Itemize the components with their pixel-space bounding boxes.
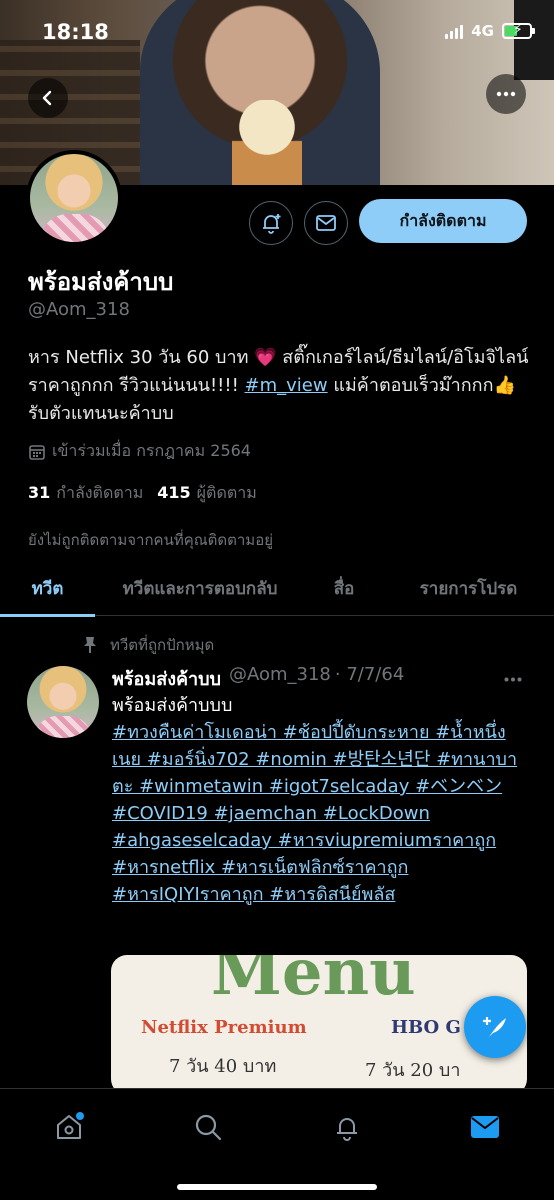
bio-hashtag-link[interactable]: #m_view <box>245 375 328 396</box>
nav-search[interactable] <box>188 1107 228 1147</box>
status-bar: 18:18 4G ⚡ <box>0 0 554 66</box>
battery-icon: ⚡ <box>502 22 535 39</box>
compose-tweet-icon <box>483 1017 506 1037</box>
message-button[interactable] <box>304 201 348 245</box>
media-hbo-price: 7 วัน 20 บา <box>365 1060 461 1081</box>
tweet-date: · 7/7/64 <box>334 664 405 685</box>
followers-stat[interactable]: 415 ผู้ติดตาม <box>157 481 256 506</box>
profile-tabs: ทวีต ทวีตและการตอบกลับ สื่อ รายการโปรด <box>0 560 554 617</box>
status-indicators: 4G ⚡ <box>445 22 535 40</box>
home-icon <box>57 1112 84 1139</box>
tab-media[interactable]: สื่อ <box>305 560 383 616</box>
nav-notifications[interactable] <box>327 1107 367 1147</box>
search-icon <box>195 1114 222 1141</box>
mail-icon <box>316 215 336 231</box>
media-netflix-price: 7 วัน 40 บาท <box>169 1056 277 1077</box>
follow-stats: 31 กำลังติดตาม 415 ผู้ติดตาม <box>28 481 257 506</box>
profile-handle: @Aom_318 <box>28 299 130 320</box>
tweet-author-name[interactable]: พร้อมส่งค้าบบ <box>112 664 221 693</box>
notify-button[interactable] <box>249 201 293 245</box>
joined-text: เข้าร่วมเมื่อ กรกฎาคม 2564 <box>52 441 251 460</box>
tab-likes[interactable]: รายการโปรด <box>383 560 554 616</box>
tweet-header: พร้อมส่งค้าบบ @Aom_318 · 7/7/64 <box>112 664 404 693</box>
compose-tweet-button[interactable] <box>464 996 526 1058</box>
profile-bio: หาร Netflix 30 วัน 60 บาท 💗 สติ๊กเกอร์ไล… <box>28 344 538 428</box>
tab-tweets-replies[interactable]: ทวีตและการตอบกลับ <box>95 560 305 616</box>
calendar-icon <box>29 444 45 460</box>
tweet-author-handle: @Aom_318 <box>228 664 331 685</box>
back-button[interactable] <box>28 78 68 118</box>
nav-home[interactable] <box>49 1107 89 1147</box>
profile-display-name: พร้อมส่งค้าบบ <box>28 268 174 296</box>
tweet-text: พร้อมส่งค้าบบบ <box>112 695 233 716</box>
following-button[interactable]: กำลังติดตาม <box>359 199 527 243</box>
tab-tweets[interactable]: ทวีต <box>0 560 95 617</box>
tweet-more-button[interactable] <box>504 666 522 687</box>
tweet-avatar[interactable] <box>27 666 99 738</box>
not-followed-notice: ยังไม่ถูกติดตามจากคนที่คุณติดตามอยู่ <box>28 531 273 549</box>
media-netflix-label: Netflix Premium <box>141 1017 307 1038</box>
bell-icon <box>337 1118 357 1141</box>
joined-date: เข้าร่วมเมื่อ กรกฎาคม 2564 <box>28 439 251 464</box>
nav-messages[interactable] <box>465 1107 505 1147</box>
following-stat[interactable]: 31 กำลังติดตาม <box>28 481 143 506</box>
pin-icon <box>84 637 96 653</box>
signal-icon <box>445 24 464 39</box>
more-icon <box>496 91 516 97</box>
network-type: 4G <box>471 22 494 40</box>
status-time: 18:18 <box>42 20 109 44</box>
mail-icon <box>471 1116 499 1138</box>
tweet-hashtags[interactable]: #ทวงคืนค่าโมเดอน่า #ช้อปปี้ดับกระหาย #น้… <box>112 719 522 908</box>
media-hbo-label: HBO G <box>391 1017 461 1038</box>
more-options-button[interactable] <box>486 74 526 114</box>
more-icon <box>504 677 522 682</box>
back-arrow-icon <box>42 90 52 106</box>
bell-plus-icon <box>263 214 281 234</box>
tweet-body: พร้อมส่งค้าบบบ #ทวงคืนค่าโมเดอน่า #ช้อปป… <box>112 692 522 908</box>
media-menu-title: Menu <box>211 955 416 1010</box>
pinned-label: ทวีตที่ถูกปักหมุด <box>82 633 214 657</box>
home-indicator[interactable] <box>177 1184 377 1190</box>
profile-avatar[interactable] <box>26 150 122 246</box>
